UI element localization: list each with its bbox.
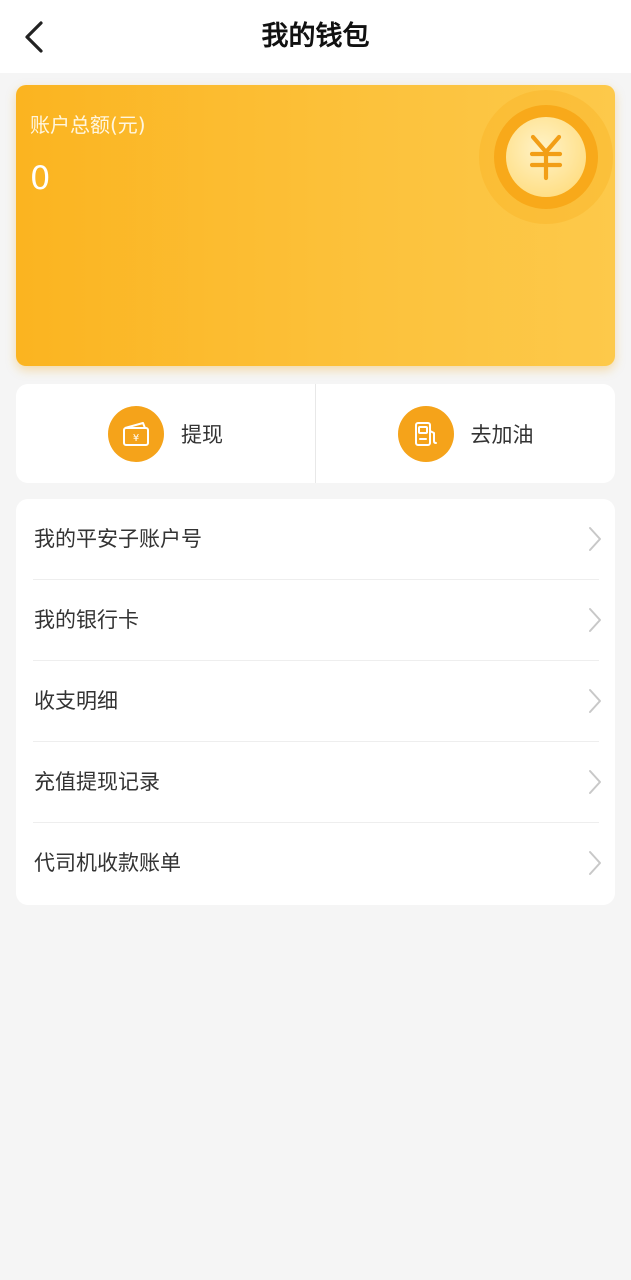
refuel-label: 去加油 [470, 422, 534, 447]
refuel-button[interactable]: 去加油 [316, 384, 615, 483]
withdraw-label: 提现 [181, 422, 223, 447]
menu-item-recharge-records[interactable]: 充值提现记录 [16, 742, 615, 823]
page-title: 我的钱包 [261, 21, 370, 52]
menu-item-label: 我的平安子账户号 [34, 527, 202, 551]
balance-value: 0 [30, 159, 51, 197]
balance-card: 账户总额(元) 0 [16, 85, 615, 366]
quick-actions: ¥ 提现 去加油 [16, 384, 615, 483]
chevron-right-icon [589, 851, 601, 875]
menu-item-label: 我的银行卡 [34, 608, 139, 632]
menu-list: 我的平安子账户号 我的银行卡 收支明细 充值提现记录 代司机收款账单 [16, 499, 615, 905]
yuan-coin-icon [479, 90, 613, 224]
menu-item-transactions[interactable]: 收支明细 [16, 661, 615, 742]
menu-item-label: 充值提现记录 [34, 770, 160, 794]
menu-item-label: 收支明细 [34, 689, 118, 713]
chevron-right-icon [589, 527, 601, 551]
withdraw-button[interactable]: ¥ 提现 [16, 384, 315, 483]
chevron-right-icon [589, 770, 601, 794]
chevron-right-icon [589, 689, 601, 713]
menu-item-driver-bills[interactable]: 代司机收款账单 [16, 823, 615, 904]
header-bar: 我的钱包 [0, 0, 631, 73]
chevron-right-icon [589, 608, 601, 632]
svg-text:¥: ¥ [133, 433, 139, 444]
menu-item-bank-card[interactable]: 我的银行卡 [16, 580, 615, 661]
balance-label: 账户总额(元) [30, 113, 146, 137]
wallet-yuan-icon: ¥ [108, 405, 164, 462]
menu-item-sub-account[interactable]: 我的平安子账户号 [16, 499, 615, 580]
menu-item-label: 代司机收款账单 [34, 851, 181, 875]
fuel-pump-icon [397, 405, 454, 462]
